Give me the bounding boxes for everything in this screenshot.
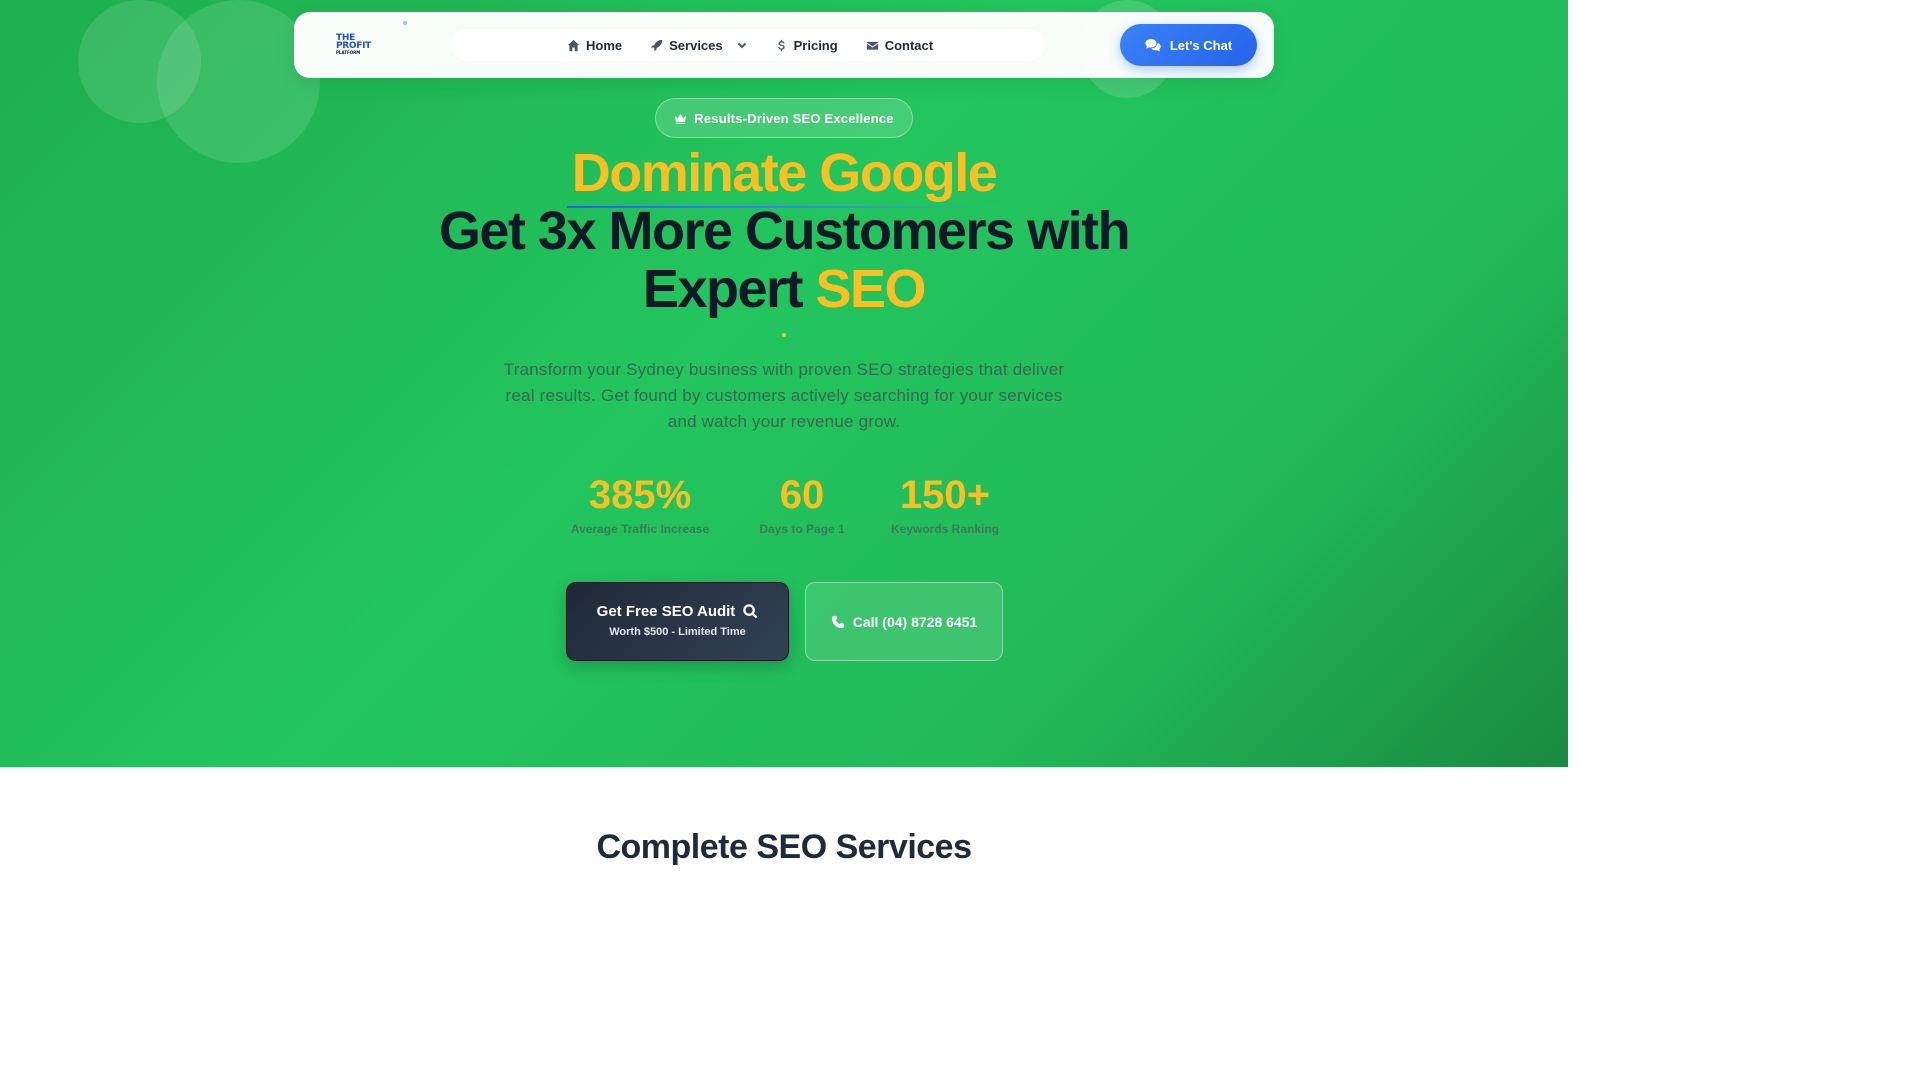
phone-icon xyxy=(831,615,844,628)
stat-keywords-ranking: 150+ Keywords Ranking xyxy=(880,472,1010,536)
lets-chat-label: Let's Chat xyxy=(1169,37,1233,53)
services-section-title: Complete SEO Services xyxy=(596,828,972,866)
rocket-icon xyxy=(650,39,663,51)
audit-button-title-row: Get Free SEO Audit xyxy=(567,603,788,620)
nav-link-label: Pricing xyxy=(793,37,838,53)
logo-text-line2: PROFIT xyxy=(336,41,372,51)
stat-label: Average Traffic Increase xyxy=(570,522,710,536)
navbar: THE PROFIT PLATFORM Home Services Pricin… xyxy=(294,12,1274,78)
call-button-label: Call (04) 8728 6451 xyxy=(852,613,978,630)
nav-link-label: Home xyxy=(586,37,623,53)
hero-heading-expert: Expert xyxy=(642,259,804,319)
nav-link-label: Services xyxy=(669,37,723,53)
hero-badge-label: Results-Driven SEO Excellence xyxy=(694,110,894,126)
free-seo-audit-button[interactable]: Get Free SEO Audit Worth $500 - Limited … xyxy=(566,582,789,661)
nav-links: Home Services Pricing Contact xyxy=(567,34,933,56)
stat-label: Keywords Ranking xyxy=(890,522,1000,536)
stat-label: Days to Page 1 xyxy=(759,522,845,536)
logo[interactable]: THE PROFIT PLATFORM xyxy=(336,34,386,58)
search-icon xyxy=(743,604,758,619)
hero-badge: Results-Driven SEO Excellence xyxy=(655,98,913,138)
hero-heading-line2: Get 3x More Customers with xyxy=(438,201,1131,261)
stat-days-to-page-1: 60 Days to Page 1 xyxy=(740,472,864,536)
nav-link-pricing[interactable]: Pricing xyxy=(775,38,838,53)
hero-heading-seo: SEO xyxy=(815,259,927,319)
hero-section: THE PROFIT PLATFORM Home Services Pricin… xyxy=(0,0,1568,767)
audit-button-sublabel: Worth $500 - Limited Time xyxy=(609,626,746,638)
stat-traffic-increase: 385% Average Traffic Increase xyxy=(560,472,720,536)
chat-bubbles-icon xyxy=(1145,39,1161,52)
hero-heading-highlight: Dominate Google xyxy=(571,143,998,203)
dollar-icon xyxy=(777,39,785,51)
call-phone-button[interactable]: Call (04) 8728 6451 xyxy=(805,582,1003,661)
stat-value: 150+ xyxy=(899,473,991,517)
crown-icon xyxy=(675,113,687,124)
nav-link-home[interactable]: Home xyxy=(567,38,622,53)
decorative-dot xyxy=(782,333,786,337)
nav-link-label: Contact xyxy=(884,37,934,53)
lets-chat-button[interactable]: Let's Chat xyxy=(1120,24,1257,66)
stat-value: 60 xyxy=(779,473,825,517)
stat-value: 385% xyxy=(588,473,692,517)
decorative-dot xyxy=(403,21,407,25)
nav-link-services[interactable]: Services xyxy=(650,38,747,53)
hero-heading-line3: Expert SEO xyxy=(0,258,1568,320)
home-icon xyxy=(567,39,580,51)
audit-button-label: Get Free SEO Audit xyxy=(596,603,736,620)
envelope-icon xyxy=(866,41,878,50)
nav-link-contact[interactable]: Contact xyxy=(866,38,933,53)
chevron-down-icon xyxy=(737,42,746,49)
hero-subtitle: Transform your Sydney business with prov… xyxy=(503,360,1065,431)
